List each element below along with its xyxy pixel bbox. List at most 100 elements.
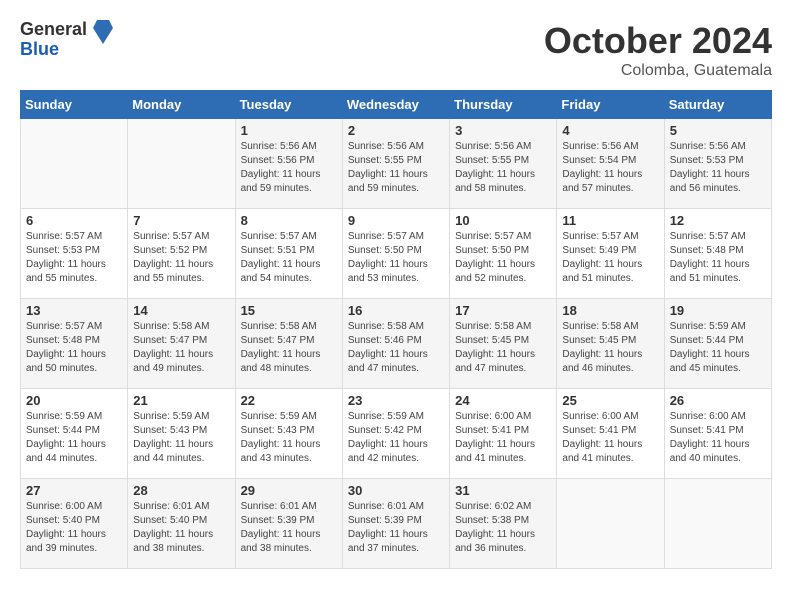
calendar-header-row: SundayMondayTuesdayWednesdayThursdayFrid… <box>21 91 772 119</box>
calendar-cell: 1Sunrise: 5:56 AMSunset: 5:56 PMDaylight… <box>235 119 342 209</box>
day-info: Sunrise: 6:01 AMSunset: 5:39 PMDaylight:… <box>241 500 337 556</box>
calendar-cell: 22 Sunrise: 5:59 AMSunset: 5:43 PMDayligh… <box>235 389 342 479</box>
calendar-cell: 26 Sunrise: 6:00 AMSunset: 5:41 PMDayligh… <box>664 389 771 479</box>
day-number: 27 <box>26 483 122 498</box>
day-number: 26 <box>670 393 766 408</box>
day-number: 10 <box>455 213 551 228</box>
calendar-week-1: 1Sunrise: 5:56 AMSunset: 5:56 PMDaylight… <box>21 119 772 209</box>
calendar-cell <box>21 119 128 209</box>
calendar-week-5: 27 Sunrise: 6:00 AMSunset: 5:40 PMDayligh… <box>21 479 772 569</box>
day-number: 11 <box>562 213 658 228</box>
day-info: Sunrise: 5:57 AMSunset: 5:50 PMDaylight:… <box>455 230 551 286</box>
day-info: Sunrise: 5:58 AMSunset: 5:45 PMDaylight:… <box>455 320 551 376</box>
calendar-cell: 24Sunrise: 6:00 AMSunset: 5:41 PMDayligh… <box>450 389 557 479</box>
day-info: Sunrise: 6:01 AMSunset: 5:39 PMDaylight:… <box>348 500 444 556</box>
day-info: Sunrise: 5:56 AMSunset: 5:53 PMDaylight:… <box>670 140 766 196</box>
day-number: 1 <box>241 123 337 138</box>
day-info: Sunrise: 5:58 AMSunset: 5:47 PMDaylight:… <box>241 320 337 376</box>
day-info: Sunrise: 5:58 AMSunset: 5:45 PMDaylight:… <box>562 320 658 376</box>
month-title: October 2024 <box>544 20 772 62</box>
calendar-cell: 28 Sunrise: 6:01 AMSunset: 5:40 PMDayligh… <box>128 479 235 569</box>
day-info: Sunrise: 5:59 AMSunset: 5:43 PMDaylight:… <box>133 410 229 466</box>
calendar-cell <box>664 479 771 569</box>
day-info: Sunrise: 6:01 AMSunset: 5:40 PMDaylight:… <box>133 500 229 556</box>
calendar-cell: 30Sunrise: 6:01 AMSunset: 5:39 PMDayligh… <box>342 479 449 569</box>
calendar-cell <box>557 479 664 569</box>
day-number: 16 <box>348 303 444 318</box>
calendar-cell: 2 Sunrise: 5:56 AMSunset: 5:55 PMDaylight… <box>342 119 449 209</box>
calendar-cell: 31 Sunrise: 6:02 AMSunset: 5:38 PMDayligh… <box>450 479 557 569</box>
day-number: 8 <box>241 213 337 228</box>
logo-icon <box>93 20 113 44</box>
calendar-cell: 20Sunrise: 5:59 AMSunset: 5:44 PMDayligh… <box>21 389 128 479</box>
calendar-cell: 19 Sunrise: 5:59 AMSunset: 5:44 PMDayligh… <box>664 299 771 389</box>
day-number: 7 <box>133 213 229 228</box>
day-number: 29 <box>241 483 337 498</box>
title-section: October 2024 Colomba, Guatemala <box>544 20 772 80</box>
day-number: 25 <box>562 393 658 408</box>
calendar-cell: 13 Sunrise: 5:57 AMSunset: 5:48 PMDayligh… <box>21 299 128 389</box>
calendar-week-2: 6Sunrise: 5:57 AMSunset: 5:53 PMDaylight… <box>21 209 772 299</box>
header-saturday: Saturday <box>664 91 771 119</box>
calendar-cell: 16Sunrise: 5:58 AMSunset: 5:46 PMDayligh… <box>342 299 449 389</box>
day-info: Sunrise: 6:00 AMSunset: 5:41 PMDaylight:… <box>670 410 766 466</box>
day-info: Sunrise: 5:57 AMSunset: 5:51 PMDaylight:… <box>241 230 337 286</box>
header-wednesday: Wednesday <box>342 91 449 119</box>
day-info: Sunrise: 6:02 AMSunset: 5:38 PMDaylight:… <box>455 500 551 556</box>
calendar-cell: 9Sunrise: 5:57 AMSunset: 5:50 PMDaylight… <box>342 209 449 299</box>
day-info: Sunrise: 5:56 AMSunset: 5:55 PMDaylight:… <box>348 140 444 196</box>
day-number: 2 <box>348 123 444 138</box>
calendar-week-4: 20Sunrise: 5:59 AMSunset: 5:44 PMDayligh… <box>21 389 772 479</box>
day-number: 17 <box>455 303 551 318</box>
calendar-cell: 6Sunrise: 5:57 AMSunset: 5:53 PMDaylight… <box>21 209 128 299</box>
calendar-cell: 4Sunrise: 5:56 AMSunset: 5:54 PMDaylight… <box>557 119 664 209</box>
calendar-cell: 15 Sunrise: 5:58 AMSunset: 5:47 PMDayligh… <box>235 299 342 389</box>
calendar-cell: 8 Sunrise: 5:57 AMSunset: 5:51 PMDaylight… <box>235 209 342 299</box>
calendar-cell: 25 Sunrise: 6:00 AMSunset: 5:41 PMDayligh… <box>557 389 664 479</box>
day-number: 31 <box>455 483 551 498</box>
calendar-cell: 23 Sunrise: 5:59 AMSunset: 5:42 PMDayligh… <box>342 389 449 479</box>
header-monday: Monday <box>128 91 235 119</box>
day-info: Sunrise: 5:57 AMSunset: 5:48 PMDaylight:… <box>670 230 766 286</box>
day-number: 13 <box>26 303 122 318</box>
day-info: Sunrise: 5:57 AMSunset: 5:50 PMDaylight:… <box>348 230 444 286</box>
day-number: 24 <box>455 393 551 408</box>
logo-blue-text: Blue <box>20 40 87 60</box>
header-thursday: Thursday <box>450 91 557 119</box>
page-header: General Blue October 2024 Colomba, Guate… <box>20 20 772 80</box>
day-number: 12 <box>670 213 766 228</box>
day-info: Sunrise: 6:00 AMSunset: 5:40 PMDaylight:… <box>26 500 122 556</box>
day-number: 4 <box>562 123 658 138</box>
day-number: 23 <box>348 393 444 408</box>
day-number: 28 <box>133 483 229 498</box>
header-friday: Friday <box>557 91 664 119</box>
calendar-cell: 18Sunrise: 5:58 AMSunset: 5:45 PMDayligh… <box>557 299 664 389</box>
day-info: Sunrise: 5:59 AMSunset: 5:44 PMDaylight:… <box>670 320 766 376</box>
day-info: Sunrise: 5:58 AMSunset: 5:47 PMDaylight:… <box>133 320 229 376</box>
day-info: Sunrise: 6:00 AMSunset: 5:41 PMDaylight:… <box>562 410 658 466</box>
day-number: 14 <box>133 303 229 318</box>
calendar-cell: 12 Sunrise: 5:57 AMSunset: 5:48 PMDayligh… <box>664 209 771 299</box>
location-subtitle: Colomba, Guatemala <box>544 62 772 80</box>
day-info: Sunrise: 5:59 AMSunset: 5:44 PMDaylight:… <box>26 410 122 466</box>
day-number: 19 <box>670 303 766 318</box>
day-info: Sunrise: 5:59 AMSunset: 5:42 PMDaylight:… <box>348 410 444 466</box>
calendar-cell: 3Sunrise: 5:56 AMSunset: 5:55 PMDaylight… <box>450 119 557 209</box>
day-info: Sunrise: 5:57 AMSunset: 5:48 PMDaylight:… <box>26 320 122 376</box>
calendar-cell: 7 Sunrise: 5:57 AMSunset: 5:52 PMDaylight… <box>128 209 235 299</box>
day-number: 22 <box>241 393 337 408</box>
day-info: Sunrise: 5:59 AMSunset: 5:43 PMDaylight:… <box>241 410 337 466</box>
logo-general-text: General <box>20 20 87 40</box>
logo: General Blue <box>20 20 113 60</box>
day-info: Sunrise: 5:57 AMSunset: 5:52 PMDaylight:… <box>133 230 229 286</box>
header-tuesday: Tuesday <box>235 91 342 119</box>
calendar-cell <box>128 119 235 209</box>
day-info: Sunrise: 5:57 AMSunset: 5:53 PMDaylight:… <box>26 230 122 286</box>
calendar-cell: 29 Sunrise: 6:01 AMSunset: 5:39 PMDayligh… <box>235 479 342 569</box>
calendar-table: SundayMondayTuesdayWednesdayThursdayFrid… <box>20 90 772 569</box>
calendar-cell: 11Sunrise: 5:57 AMSunset: 5:49 PMDayligh… <box>557 209 664 299</box>
calendar-cell: 27 Sunrise: 6:00 AMSunset: 5:40 PMDayligh… <box>21 479 128 569</box>
header-sunday: Sunday <box>21 91 128 119</box>
calendar-cell: 14 Sunrise: 5:58 AMSunset: 5:47 PMDayligh… <box>128 299 235 389</box>
day-number: 15 <box>241 303 337 318</box>
